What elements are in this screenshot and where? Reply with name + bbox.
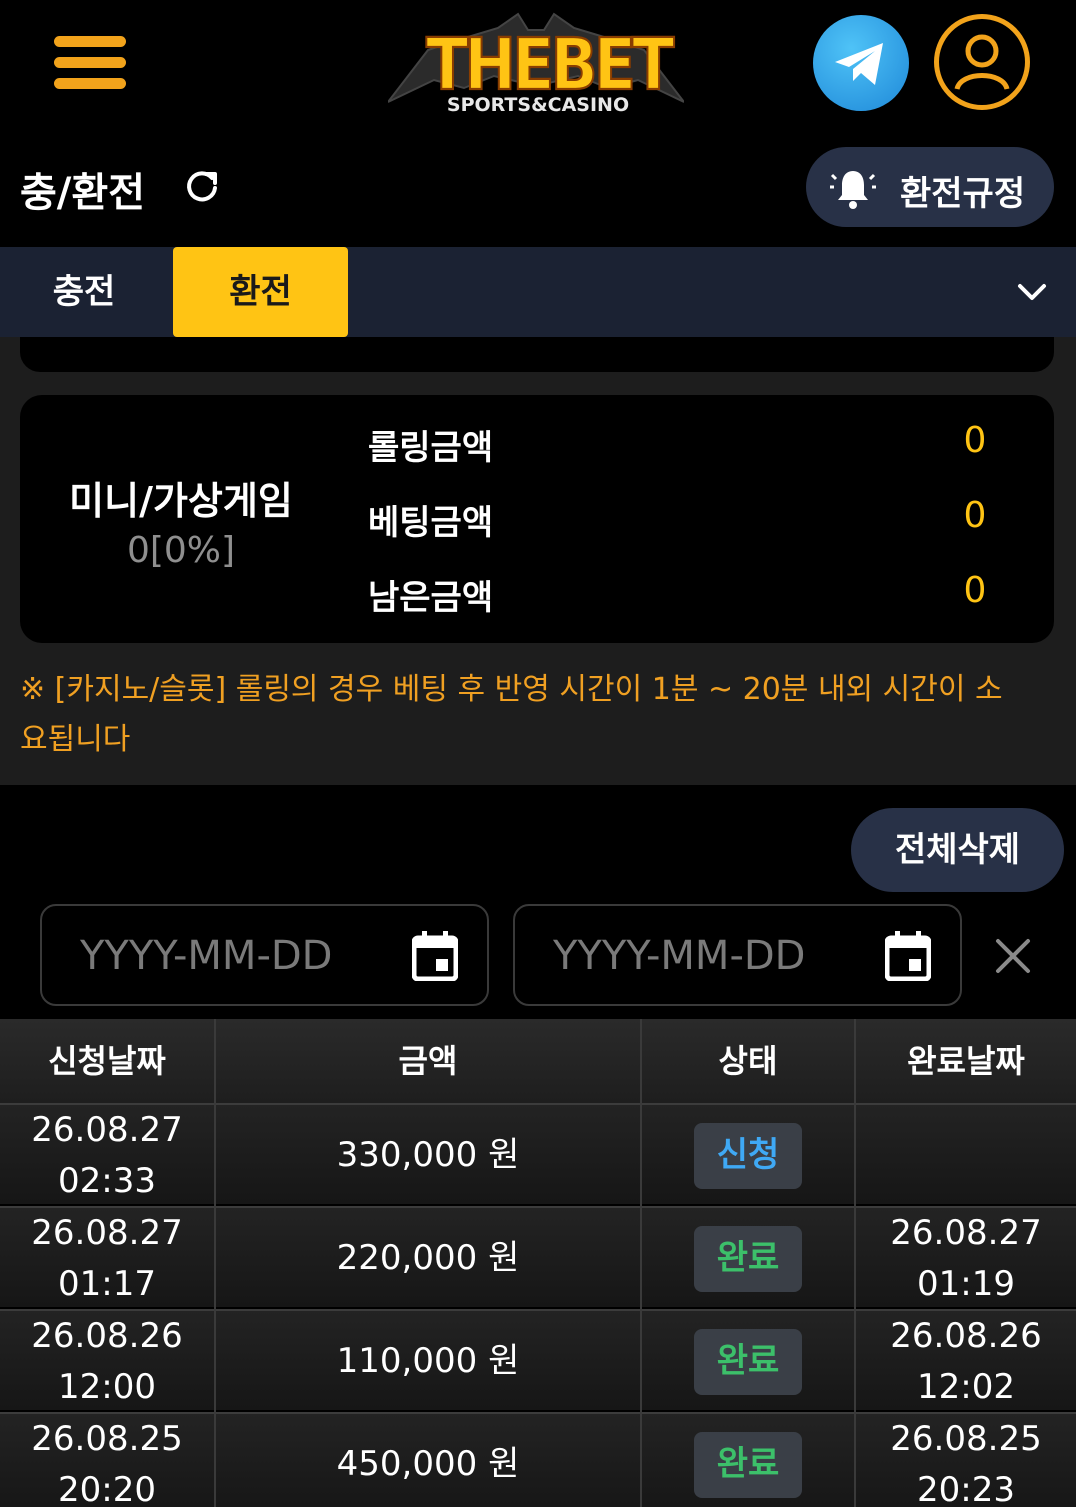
- status-badge: 완료: [694, 1328, 802, 1395]
- complete-date: 26.08.25: [890, 1418, 1042, 1459]
- telegram-icon[interactable]: [813, 15, 909, 111]
- logo-subtitle: SPORTS&CASINO: [446, 94, 630, 116]
- header-status: 상태: [718, 1042, 778, 1080]
- remaining-amount-value: 0: [963, 570, 987, 611]
- request-time: 20:20: [58, 1469, 156, 1507]
- rolling-amount-label: 롤링금액: [368, 428, 494, 468]
- notice-line-1: ※ [카지노/슬롯] 롤링의 경우 베팅 후 반영 시간이 1분 ~ 20분 내…: [20, 672, 1003, 707]
- amount: 110,000 원: [336, 1341, 520, 1381]
- calendar-icon[interactable]: [412, 931, 458, 981]
- header-complete-date: 완료날짜: [907, 1042, 1025, 1080]
- request-date-cell: 26.08.25 20:20: [0, 1414, 214, 1507]
- table-row: 26.08.27 02:33 330,000 원 신청: [0, 1103, 1076, 1204]
- request-time: 02:33: [58, 1160, 156, 1201]
- menu-icon[interactable]: [54, 36, 126, 90]
- amount-cell: 110,000 원: [216, 1311, 640, 1412]
- request-date-cell: 26.08.26 12:00: [0, 1311, 214, 1412]
- status-cell: 신청: [642, 1105, 854, 1206]
- amount: 220,000 원: [336, 1238, 520, 1278]
- notice-line-2: 요됩니다: [20, 722, 131, 757]
- tab-bar: 충전 환전: [0, 247, 1076, 337]
- status-badge: 완료: [694, 1431, 802, 1498]
- page-title: 충/환전: [20, 170, 146, 216]
- complete-date-cell: 26.08.25 20:23: [856, 1414, 1076, 1507]
- tab-charge[interactable]: 충전: [0, 247, 168, 337]
- betting-amount-label: 베팅금액: [368, 503, 494, 543]
- table-row: 26.08.26 12:00 110,000 원 완료 26.08.26 12:02: [0, 1309, 1076, 1410]
- complete-date-cell: 26.08.27 01:19: [856, 1208, 1076, 1309]
- tab-withdraw[interactable]: 환전: [173, 247, 348, 337]
- start-date-field[interactable]: [40, 904, 489, 1006]
- complete-time: 01:19: [917, 1263, 1015, 1304]
- start-date-input[interactable]: [80, 928, 380, 984]
- rolling-amount-value: 0: [963, 420, 987, 461]
- top-header: THEBET SPORTS&CASINO: [0, 0, 1076, 130]
- card-edge: [20, 337, 1054, 372]
- column-divider: [640, 1019, 642, 1507]
- amount: 330,000 원: [336, 1135, 520, 1175]
- request-date: 26.08.26: [31, 1315, 183, 1356]
- request-time: 01:17: [58, 1263, 156, 1304]
- request-date-cell: 26.08.27 01:17: [0, 1208, 214, 1309]
- game-category-percent: 0[0%]: [126, 530, 236, 571]
- status-cell: 완료: [642, 1311, 854, 1412]
- header-amount: 금액: [398, 1042, 458, 1080]
- logo[interactable]: THEBET SPORTS&CASINO: [388, 10, 684, 122]
- table-header: 신청날짜 금액 상태 완료날짜: [0, 1019, 1076, 1103]
- request-date: 26.08.27: [31, 1109, 183, 1150]
- clear-filter-icon[interactable]: [995, 938, 1031, 974]
- complete-time: 12:02: [917, 1366, 1015, 1407]
- table-row: 26.08.27 01:17 220,000 원 완료 26.08.27 01:19: [0, 1206, 1076, 1307]
- rolling-notice: ※ [카지노/슬롯] 롤링의 경우 베팅 후 반영 시간이 1분 ~ 20분 내…: [20, 665, 1060, 765]
- header-request-date: 신청날짜: [48, 1042, 166, 1080]
- user-profile-icon[interactable]: [934, 14, 1030, 110]
- end-date-input[interactable]: [553, 928, 853, 984]
- status-cell: 완료: [642, 1414, 854, 1507]
- column-divider: [854, 1019, 856, 1507]
- withdraw-rules-label: 환전규정: [900, 174, 1026, 214]
- amount-cell: 330,000 원: [216, 1105, 640, 1206]
- request-time: 12:00: [58, 1366, 156, 1407]
- amount: 450,000 원: [336, 1444, 520, 1484]
- request-date-cell: 26.08.27 02:33: [0, 1105, 214, 1206]
- refresh-icon[interactable]: [182, 166, 222, 206]
- amount-cell: 220,000 원: [216, 1208, 640, 1309]
- column-divider: [214, 1019, 216, 1507]
- delete-all-button[interactable]: 전체삭제: [851, 808, 1064, 892]
- complete-date: 26.08.26: [890, 1315, 1042, 1356]
- status-badge: 완료: [694, 1225, 802, 1292]
- complete-date-cell: 26.08.26 12:02: [856, 1311, 1076, 1412]
- title-row: 충/환전 환전규정: [0, 130, 1076, 247]
- table-row: 26.08.25 20:20 450,000 원 완료 26.08.25 20:23: [0, 1412, 1076, 1507]
- withdraw-rules-button[interactable]: 환전규정: [806, 147, 1054, 227]
- complete-time: 20:23: [917, 1469, 1015, 1507]
- betting-amount-value: 0: [963, 495, 987, 536]
- remaining-amount-label: 남은금액: [368, 578, 494, 618]
- end-date-field[interactable]: [513, 904, 962, 1006]
- status-badge: 신청: [694, 1122, 802, 1189]
- game-category-name: 미니/가상게임: [69, 479, 293, 523]
- complete-date-cell: [856, 1105, 1076, 1206]
- request-date: 26.08.25: [31, 1418, 183, 1459]
- complete-date: 26.08.27: [890, 1212, 1042, 1253]
- request-date: 26.08.27: [31, 1212, 183, 1253]
- amount-cell: 450,000 원: [216, 1414, 640, 1507]
- chevron-down-icon[interactable]: [1012, 274, 1052, 310]
- calendar-icon[interactable]: [885, 931, 931, 981]
- bell-icon: [830, 171, 876, 209]
- status-cell: 완료: [642, 1208, 854, 1309]
